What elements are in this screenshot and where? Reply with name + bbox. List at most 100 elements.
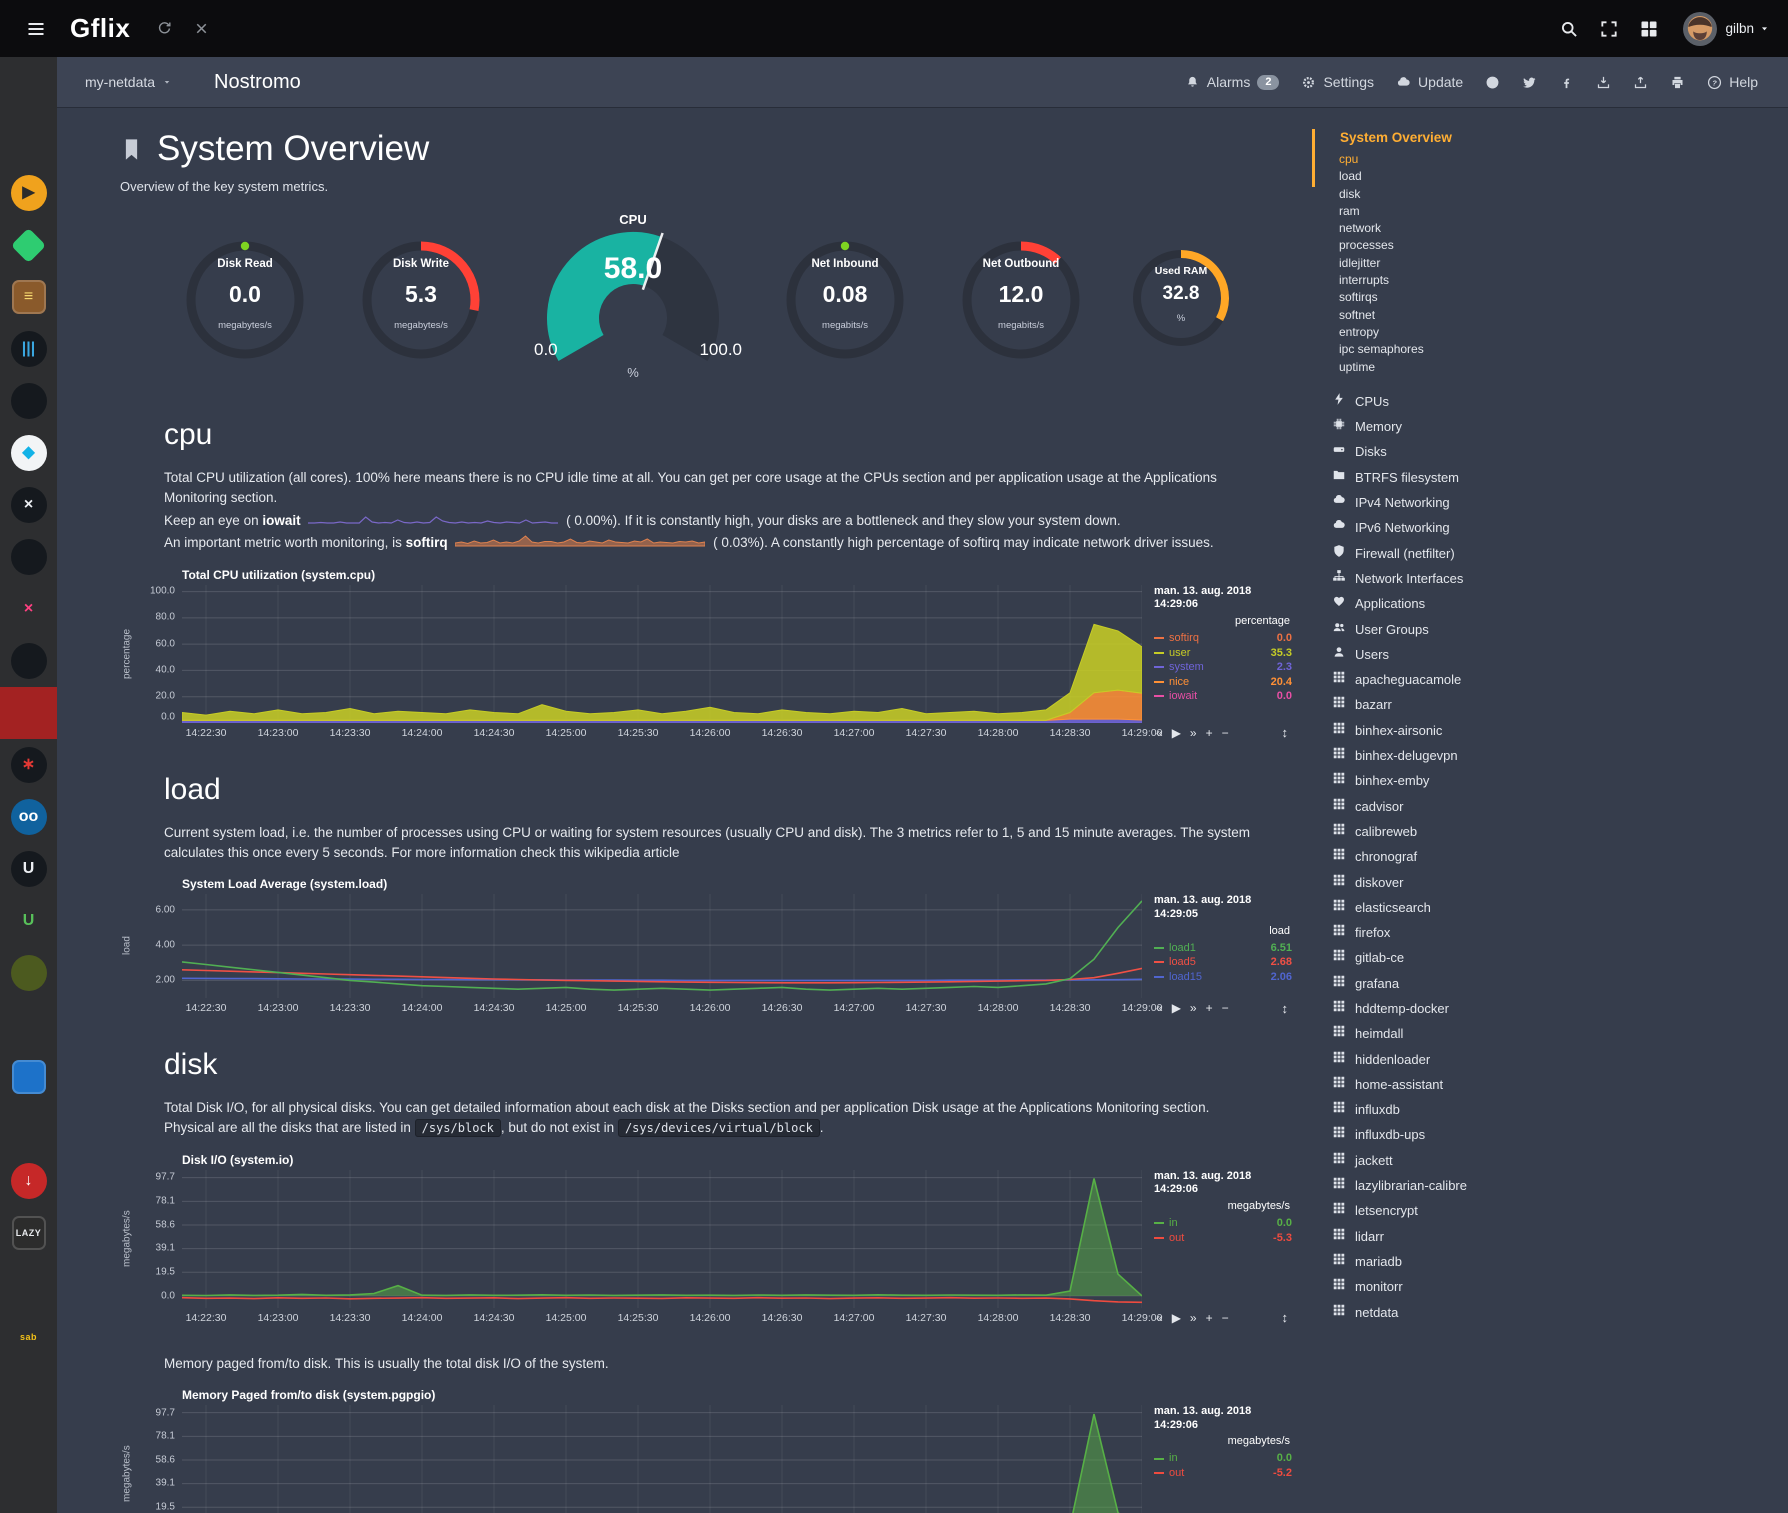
sidebar-item-binhex-airsonic[interactable]: binhex-airsonic <box>1312 718 1788 743</box>
rail-item-app-shield-red[interactable] <box>0 687 57 739</box>
export-button[interactable] <box>1633 75 1648 90</box>
sidebar-item-letsencrypt[interactable]: letsencrypt <box>1312 1198 1788 1223</box>
chart-plot-area[interactable] <box>182 1170 1142 1308</box>
rail-item-settings[interactable] <box>0 115 57 167</box>
chart-plot-area[interactable] <box>182 585 1142 723</box>
sidebar-subitem-uptime[interactable]: uptime <box>1312 359 1788 376</box>
sidebar-item-memory[interactable]: Memory <box>1312 414 1788 439</box>
help-button[interactable]: ? Help <box>1707 74 1758 90</box>
zoom-out-button[interactable]: − <box>1222 1311 1229 1325</box>
rail-item-app-oo-blue[interactable]: oo <box>0 791 57 843</box>
play-button[interactable]: ▶ <box>1172 1001 1181 1015</box>
twitter-button[interactable] <box>1522 75 1537 90</box>
rail-item-app-search-orange[interactable] <box>0 375 57 427</box>
rail-item-app-book-stack[interactable]: ≡ <box>0 271 57 323</box>
avatar[interactable] <box>1683 12 1717 46</box>
chart-system-cpu[interactable]: Total CPU utilization (system.cpu)percen… <box>118 568 1292 743</box>
pan-right-button[interactable]: » <box>1190 1311 1197 1325</box>
sidebar-subitem-load[interactable]: load <box>1312 168 1788 185</box>
resize-handle[interactable]: ↕ <box>1282 725 1289 740</box>
rail-item-app-sound-bars[interactable]: ||| <box>0 323 57 375</box>
pan-right-button[interactable]: » <box>1190 726 1197 740</box>
sidebar-subitem-processes[interactable]: processes <box>1312 237 1788 254</box>
refresh-icon[interactable] <box>156 20 173 37</box>
sidebar-item-binhex-delugevpn[interactable]: binhex-delugevpn <box>1312 743 1788 768</box>
sidebar-item-applications[interactable]: Applications <box>1312 591 1788 616</box>
legend-item-load15[interactable]: load152.06 <box>1154 970 1292 985</box>
sidebar-item-lazylibrarian-calibre[interactable]: lazylibrarian-calibre <box>1312 1173 1788 1198</box>
gauge-disk-read[interactable]: Disk Read0.0megabytes/s <box>170 228 320 368</box>
chart-system-load[interactable]: System Load Average (system.load)load2.0… <box>118 877 1292 1018</box>
rail-item-app-water-drop[interactable] <box>0 1259 57 1311</box>
rail-item-app-white-diamond[interactable]: ◆ <box>0 427 57 479</box>
settings-button[interactable]: Settings <box>1301 74 1374 90</box>
sidebar-item-cadvisor[interactable]: cadvisor <box>1312 794 1788 819</box>
facebook-button[interactable] <box>1559 75 1574 90</box>
sidebar-item-gitlab-ce[interactable]: gitlab-ce <box>1312 945 1788 970</box>
sidebar-subitem-cpu[interactable]: cpu <box>1312 151 1788 168</box>
rail-item-app-green-diamond[interactable] <box>0 219 57 271</box>
sidebar-subitem-interrupts[interactable]: interrupts <box>1312 272 1788 289</box>
legend-item-softirq[interactable]: softirq0.0 <box>1154 631 1292 646</box>
legend-item-iowait[interactable]: iowait0.0 <box>1154 689 1292 704</box>
pan-right-button[interactable]: » <box>1190 1001 1197 1015</box>
sidebar-item-binhex-emby[interactable]: binhex-emby <box>1312 768 1788 793</box>
rail-item-app-bolt-green[interactable] <box>0 531 57 583</box>
legend-item-user[interactable]: user35.3 <box>1154 646 1292 661</box>
zoom-in-button[interactable]: + <box>1206 1311 1213 1325</box>
sidebar-subitem-network[interactable]: network <box>1312 220 1788 237</box>
sidebar-item-chronograf[interactable]: chronograf <box>1312 844 1788 869</box>
softirq-sparkline[interactable] <box>455 533 705 553</box>
sidebar-item-firefox[interactable]: firefox <box>1312 920 1788 945</box>
update-button[interactable]: Update <box>1396 74 1463 90</box>
print-button[interactable] <box>1670 75 1685 90</box>
import-button[interactable] <box>1596 75 1611 90</box>
zoom-out-button[interactable]: − <box>1222 726 1229 740</box>
fullscreen-icon[interactable] <box>1599 19 1619 39</box>
sidebar-item-lidarr[interactable]: lidarr <box>1312 1224 1788 1249</box>
iowait-sparkline[interactable] <box>308 511 558 531</box>
sidebar-item-ipv6-networking[interactable]: IPv6 Networking <box>1312 515 1788 540</box>
rail-item-app-lazylibrarian[interactable]: LAZY <box>0 1207 57 1259</box>
rail-item-app-x-white[interactable]: × <box>0 479 57 531</box>
rail-item-app-gitlab[interactable] <box>0 1103 57 1155</box>
sidebar-item-system-overview[interactable]: System Overview <box>1312 127 1788 149</box>
close-tab-icon[interactable] <box>193 20 210 37</box>
sidebar-subitem-ram[interactable]: ram <box>1312 203 1788 220</box>
sidebar-item-hddtemp-docker[interactable]: hddtemp-docker <box>1312 996 1788 1021</box>
rail-item-app-berries-red[interactable]: ∗ <box>0 739 57 791</box>
rail-item-app-orange-play[interactable]: ▶ <box>0 167 57 219</box>
resize-handle[interactable]: ↕ <box>1282 1310 1289 1325</box>
username[interactable]: gilbn <box>1725 21 1754 36</box>
play-button[interactable]: ▶ <box>1172 1311 1181 1325</box>
legend-item-in[interactable]: in0.0 <box>1154 1451 1292 1466</box>
legend-item-out[interactable]: out-5.3 <box>1154 1231 1292 1246</box>
apps-grid-icon[interactable] <box>1639 19 1659 39</box>
chart-plot-area[interactable] <box>182 894 1142 998</box>
menu-icon[interactable] <box>26 19 46 39</box>
gauge-net-outbound[interactable]: Net Outbound12.0megabits/s <box>946 228 1096 368</box>
sidebar-item-influxdb[interactable]: influxdb <box>1312 1097 1788 1122</box>
rail-item-app-gear-orange[interactable] <box>0 635 57 687</box>
gauge-net-inbound[interactable]: Net Inbound0.08megabits/s <box>770 228 920 368</box>
legend-item-in[interactable]: in0.0 <box>1154 1216 1292 1231</box>
rail-item-app-olive-circle[interactable] <box>0 947 57 999</box>
sidebar-subitem-softirqs[interactable]: softirqs <box>1312 289 1788 306</box>
gauge-used-ram[interactable]: Used RAM32.8% <box>1122 239 1240 357</box>
zoom-in-button[interactable]: + <box>1206 1001 1213 1015</box>
sidebar-subitem-disk[interactable]: disk <box>1312 186 1788 203</box>
sidebar-item-mariadb[interactable]: mariadb <box>1312 1249 1788 1274</box>
sidebar-item-netdata[interactable]: netdata <box>1312 1300 1788 1325</box>
zoom-out-button[interactable]: − <box>1222 1001 1229 1015</box>
play-button[interactable]: ▶ <box>1172 726 1181 740</box>
rail-item-app-u-dark[interactable]: U <box>0 843 57 895</box>
legend-item-system[interactable]: system2.3 <box>1154 660 1292 675</box>
server-dropdown[interactable]: my-netdata <box>85 74 172 90</box>
rail-item-app-download-red[interactable]: ↓ <box>0 1155 57 1207</box>
rail-item-app-x-pink[interactable]: × <box>0 583 57 635</box>
gauge-disk-write[interactable]: Disk Write5.3megabytes/s <box>346 228 496 368</box>
sidebar-item-home-assistant[interactable]: home-assistant <box>1312 1072 1788 1097</box>
sidebar-item-calibreweb[interactable]: calibreweb <box>1312 819 1788 844</box>
rail-item-home[interactable] <box>0 63 57 115</box>
github-button[interactable] <box>1485 75 1500 90</box>
